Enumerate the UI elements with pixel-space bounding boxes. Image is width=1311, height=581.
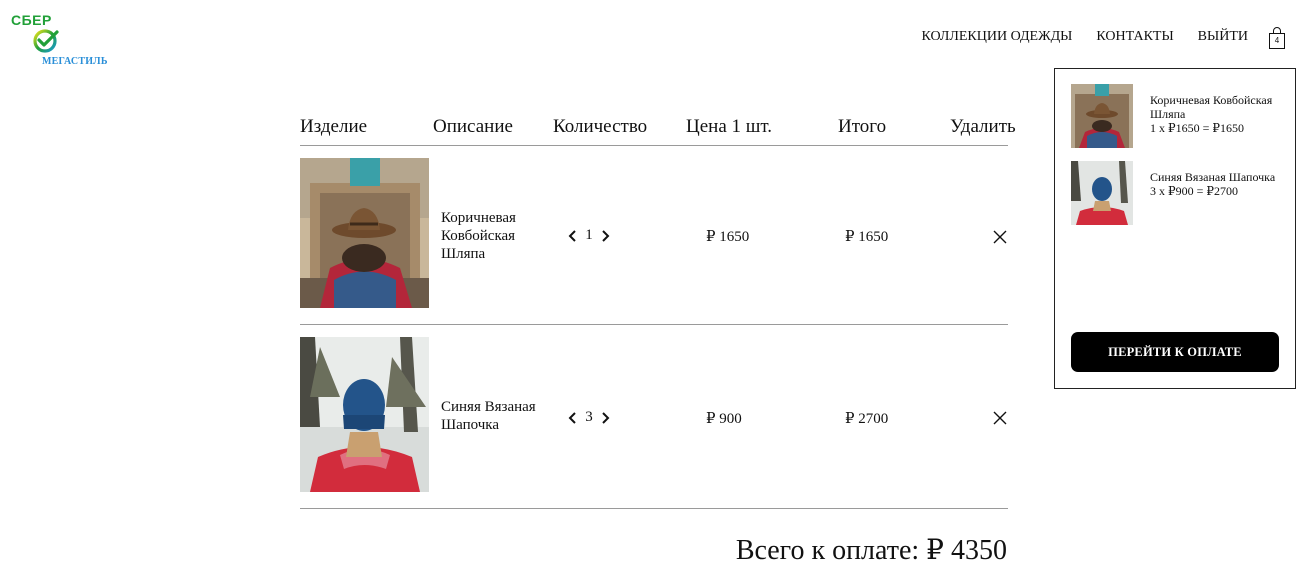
col-header-description: Описание (433, 116, 513, 137)
cart-count-badge: 4 (1274, 36, 1280, 45)
divider (300, 324, 1008, 325)
brand-logo-bottom: МЕГАСТИЛЬ (42, 56, 108, 67)
top-nav: КОЛЛЕКЦИИ ОДЕЖДЫ КОНТАКТЫ ВЫЙТИ (921, 29, 1248, 45)
mini-cart-popup: Коричневая Ковбойская Шляпа 1 x ₽1650 = … (1054, 68, 1296, 389)
nav-logout[interactable]: ВЫЙТИ (1198, 29, 1248, 45)
chevron-left-icon[interactable] (566, 411, 580, 425)
col-header-item: Изделие (300, 116, 368, 137)
mini-item-info: Коричневая Ковбойская Шляпа 1 x ₽1650 = … (1150, 93, 1290, 135)
col-header-total: Итого (838, 116, 887, 137)
quantity-stepper: 3 (566, 409, 612, 426)
mini-product-image-beanie[interactable] (1071, 161, 1133, 225)
product-image-hat[interactable] (300, 158, 429, 308)
chevron-left-icon[interactable] (566, 229, 580, 243)
product-image-beanie[interactable] (300, 337, 429, 492)
mini-product-image-hat[interactable] (1071, 84, 1133, 148)
mini-item-info: Синяя Вязаная Шапочка 3 x ₽900 = ₽2700 (1150, 170, 1290, 198)
grand-total: Всего к оплате: ₽ 4350 (735, 535, 1007, 566)
mini-item-calc: 3 x ₽900 = ₽2700 (1150, 184, 1239, 198)
mini-cart-item: Коричневая Ковбойская Шляпа 1 x ₽1650 = … (1071, 84, 1291, 148)
checkout-button[interactable]: ПЕРЕЙТИ К ОПЛАТЕ (1071, 332, 1279, 372)
cart-button[interactable]: 4 (1266, 26, 1288, 50)
unit-price: ₽ 1650 (706, 229, 750, 245)
col-header-quantity: Количество (553, 116, 648, 137)
mini-item-calc: 1 x ₽1650 = ₽1650 (1150, 121, 1245, 135)
table-row: Коричневая Ковбойская Шляпа 1 ₽ 1650 ₽ 1… (300, 158, 1008, 325)
chevron-right-icon[interactable] (598, 229, 612, 243)
divider (300, 145, 1008, 146)
row-total: ₽ 2700 (845, 411, 889, 427)
product-description: Синяя Вязаная Шапочка (441, 399, 536, 433)
brand-logo-top: СБЕР (11, 12, 52, 28)
nav-contacts[interactable]: КОНТАКТЫ (1096, 29, 1173, 45)
nav-collections[interactable]: КОЛЛЕКЦИИ ОДЕЖДЫ (921, 29, 1072, 45)
close-icon[interactable] (992, 410, 1008, 426)
quantity-value: 1 (585, 227, 593, 243)
col-header-delete: Удалить (950, 116, 1016, 137)
chevron-right-icon[interactable] (598, 411, 612, 425)
col-header-unit-price: Цена 1 шт. (686, 116, 773, 137)
quantity-value: 3 (585, 409, 593, 425)
mini-cart-item: Синяя Вязаная Шапочка 3 x ₽900 = ₽2700 (1071, 161, 1291, 225)
row-total: ₽ 1650 (845, 229, 889, 245)
sber-check-icon (33, 29, 59, 53)
product-description: Коричневая Ковбойская Шляпа (441, 210, 516, 262)
close-icon[interactable] (992, 229, 1008, 245)
mini-item-name: Коричневая Ковбойская Шляпа (1150, 93, 1273, 121)
unit-price: ₽ 900 (706, 411, 742, 427)
quantity-stepper: 1 (566, 227, 612, 244)
divider (300, 508, 1008, 509)
brand-logo[interactable]: СБЕР МЕГАСТИЛЬ (10, 12, 120, 72)
mini-item-name: Синяя Вязаная Шапочка (1150, 170, 1276, 184)
table-row: Синяя Вязаная Шапочка 3 ₽ 900 ₽ 2700 (300, 337, 1008, 509)
